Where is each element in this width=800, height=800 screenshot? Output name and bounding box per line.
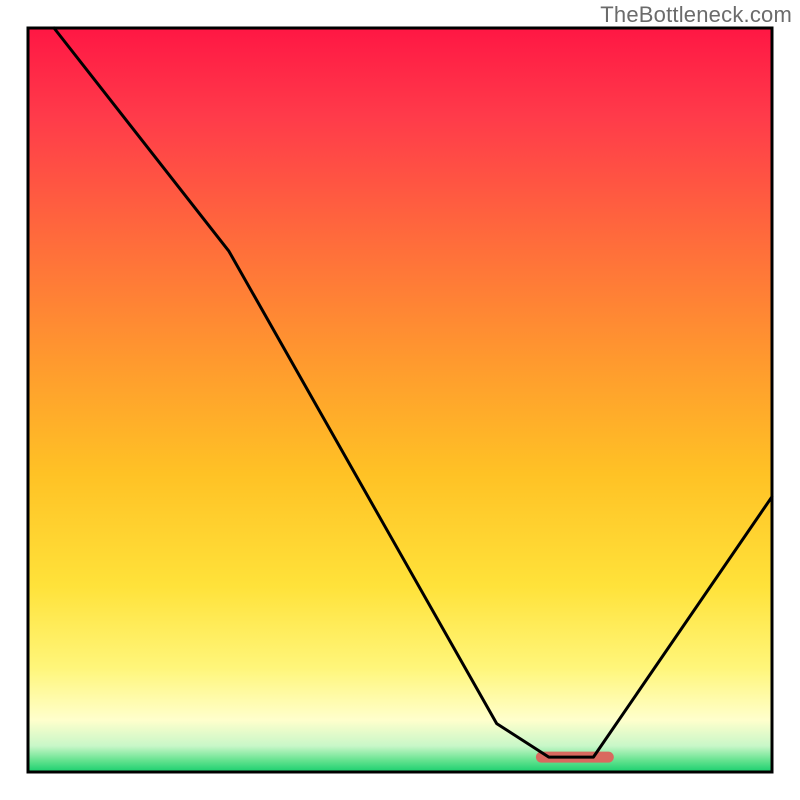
bottleneck-chart xyxy=(0,0,800,800)
chart-canvas: TheBottleneck.com xyxy=(0,0,800,800)
